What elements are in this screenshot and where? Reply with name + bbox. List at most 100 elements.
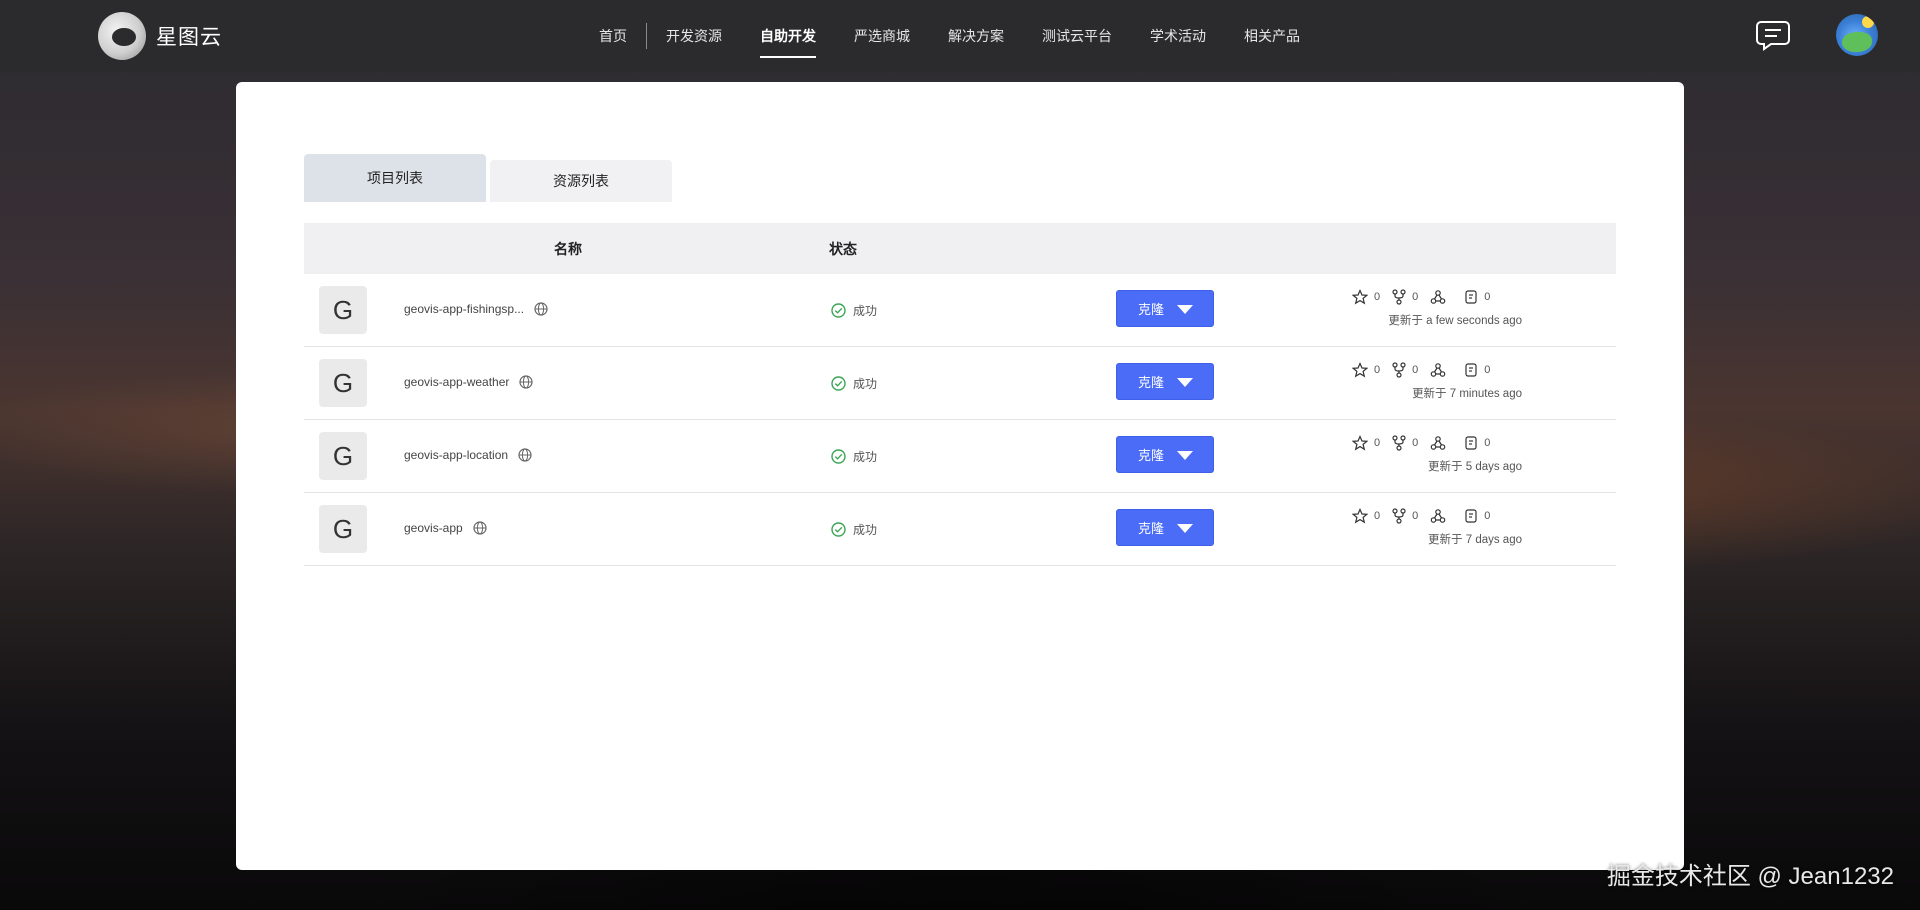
project-name-link[interactable]: geovis-app — [404, 521, 463, 535]
status-cell: 成功 — [831, 521, 877, 538]
watermark: 掘金技术社区 @ Jean1232 — [1606, 863, 1894, 890]
status-cell: 成功 — [831, 302, 877, 319]
user-avatar[interactable] — [1836, 14, 1878, 56]
nav-item-dev-resources[interactable]: 开发资源 — [647, 0, 741, 72]
tab-project-list[interactable]: 项目列表 — [304, 154, 486, 202]
table-row[interactable]: G geovis-app 成功 克隆 0 0 0 更新于 7 days ago — [304, 493, 1616, 566]
header-status: 状态 — [829, 240, 857, 257]
project-badge: G — [319, 286, 367, 334]
merge-icon[interactable] — [1430, 435, 1446, 451]
nav-item-test-cloud[interactable]: 测试云平台 — [1023, 0, 1131, 72]
star-count: 0 — [1374, 510, 1381, 522]
merge-icon[interactable] — [1430, 362, 1446, 378]
star-count: 0 — [1374, 437, 1381, 449]
status-text: 成功 — [853, 450, 878, 464]
updated-time: 更新于 7 minutes ago — [1412, 388, 1522, 400]
table-row[interactable]: G geovis-app-location 成功 克隆 0 0 0 更新于 5 … — [304, 420, 1616, 493]
status-cell: 成功 — [831, 375, 877, 392]
updated-time: 更新于 5 days ago — [1428, 461, 1522, 473]
fork-count: 0 — [1412, 437, 1419, 449]
message-icon[interactable] — [1755, 18, 1791, 52]
globe-icon — [518, 448, 532, 462]
fork-count: 0 — [1412, 364, 1419, 376]
star-icon[interactable] — [1352, 435, 1368, 451]
table-row[interactable]: G geovis-app-weather 成功 克隆 0 0 0 更新于 7 m… — [304, 347, 1616, 420]
issue-count: 0 — [1484, 510, 1491, 522]
clone-button[interactable]: 克隆 — [1116, 436, 1214, 473]
clone-label: 克隆 — [1138, 375, 1165, 390]
status-text: 成功 — [853, 377, 878, 391]
issue-count: 0 — [1484, 291, 1491, 303]
project-card: 项目列表 资源列表 名称 状态 G geovis-app-fishingsp..… — [236, 82, 1684, 870]
fork-count: 0 — [1412, 510, 1419, 522]
clone-button[interactable]: 克隆 — [1116, 509, 1214, 546]
project-name-cell: geovis-app-fishingsp... — [404, 302, 548, 316]
project-table: 名称 状态 G geovis-app-fishingsp... 成功 克隆 0 … — [304, 223, 1616, 566]
status-text: 成功 — [853, 523, 878, 537]
caret-down-icon[interactable] — [1177, 378, 1193, 387]
caret-down-icon[interactable] — [1177, 451, 1193, 460]
clone-label: 克隆 — [1138, 521, 1165, 536]
caret-down-icon[interactable] — [1177, 524, 1193, 533]
check-circle-icon — [831, 449, 846, 464]
status-text: 成功 — [853, 304, 878, 318]
nav-item-home[interactable]: 首页 — [580, 0, 646, 72]
nav-item-mall[interactable]: 严选商城 — [835, 0, 929, 72]
table-row[interactable]: G geovis-app-fishingsp... 成功 克隆 0 0 0 更新… — [304, 274, 1616, 347]
top-navigation-bar: 星图云 首页 开发资源 自助开发 严选商城 解决方案 测试云平台 学术活动 相关… — [0, 0, 1920, 72]
brand-name: 星图云 — [156, 26, 222, 49]
project-badge: G — [319, 505, 367, 553]
nav-item-related-products[interactable]: 相关产品 — [1225, 0, 1319, 72]
check-circle-icon — [831, 376, 846, 391]
project-badge: G — [319, 359, 367, 407]
project-name-cell: geovis-app-location — [404, 448, 532, 462]
issue-icon[interactable] — [1464, 362, 1478, 378]
tab-resource-list[interactable]: 资源列表 — [490, 160, 672, 202]
project-name-cell: geovis-app — [404, 521, 487, 535]
globe-icon — [519, 375, 534, 389]
project-stats: 0 0 0 更新于 5 days ago — [1352, 434, 1522, 474]
clone-label: 克隆 — [1138, 302, 1165, 317]
issue-icon[interactable] — [1464, 435, 1478, 451]
updated-time: 更新于 a few seconds ago — [1388, 315, 1522, 327]
project-stats: 0 0 0 更新于 a few seconds ago — [1352, 288, 1522, 328]
merge-icon[interactable] — [1430, 289, 1446, 305]
fork-icon[interactable] — [1392, 289, 1406, 305]
main-nav: 首页 开发资源 自助开发 严选商城 解决方案 测试云平台 学术活动 相关产品 — [580, 0, 1319, 72]
nav-item-solutions[interactable]: 解决方案 — [929, 0, 1023, 72]
star-icon[interactable] — [1352, 362, 1368, 378]
fork-icon[interactable] — [1392, 508, 1406, 524]
project-stats: 0 0 0 更新于 7 days ago — [1352, 507, 1522, 547]
star-count: 0 — [1374, 364, 1381, 376]
star-count: 0 — [1374, 291, 1381, 303]
star-icon[interactable] — [1352, 289, 1368, 305]
caret-down-icon[interactable] — [1177, 305, 1193, 314]
globe-icon — [534, 302, 548, 316]
fork-icon[interactable] — [1392, 435, 1406, 451]
check-circle-icon — [831, 303, 846, 318]
globe-icon — [473, 521, 487, 535]
star-icon[interactable] — [1352, 508, 1368, 524]
nav-item-academic[interactable]: 学术活动 — [1131, 0, 1225, 72]
project-name-link[interactable]: geovis-app-weather — [404, 375, 509, 389]
merge-icon[interactable] — [1430, 508, 1446, 524]
list-tabs: 项目列表 资源列表 — [304, 154, 676, 202]
logo-mark-icon — [98, 12, 146, 60]
project-stats: 0 0 0 更新于 7 minutes ago — [1352, 361, 1522, 401]
issue-icon[interactable] — [1464, 289, 1478, 305]
brand-logo[interactable]: 星图云 — [98, 12, 222, 60]
status-cell: 成功 — [831, 448, 877, 465]
nav-item-self-service-dev[interactable]: 自助开发 — [741, 0, 835, 72]
clone-button[interactable]: 克隆 — [1116, 290, 1214, 327]
clone-label: 克隆 — [1138, 448, 1165, 463]
issue-count: 0 — [1484, 364, 1491, 376]
project-name-link[interactable]: geovis-app-fishingsp... — [404, 302, 524, 316]
fork-count: 0 — [1412, 291, 1419, 303]
clone-button[interactable]: 克隆 — [1116, 363, 1214, 400]
issue-icon[interactable] — [1464, 508, 1478, 524]
fork-icon[interactable] — [1392, 362, 1406, 378]
table-header: 名称 状态 — [304, 223, 1616, 274]
updated-time: 更新于 7 days ago — [1428, 534, 1522, 546]
project-name-link[interactable]: geovis-app-location — [404, 448, 508, 462]
check-circle-icon — [831, 522, 846, 537]
